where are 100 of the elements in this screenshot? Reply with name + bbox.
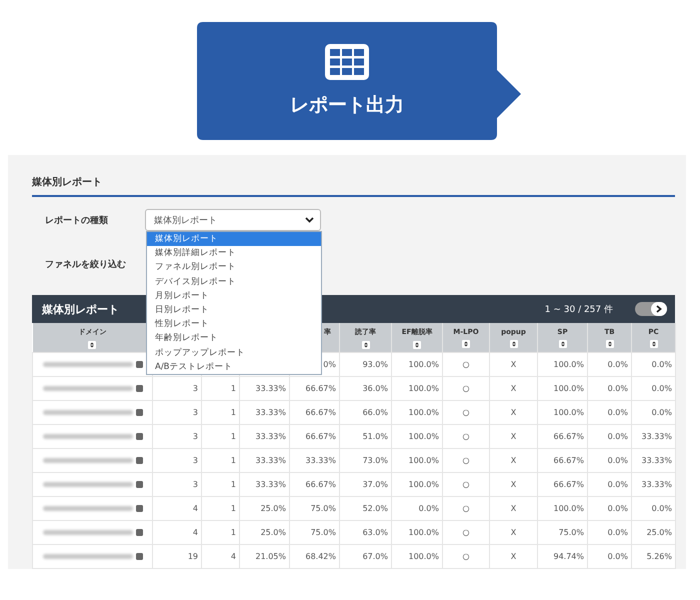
table-cell: 66.67%: [553, 480, 584, 489]
dropdown-option[interactable]: 日別レポート: [147, 302, 321, 318]
report-output-button[interactable]: レポート出力: [197, 22, 521, 140]
table-cell: X: [510, 408, 516, 417]
chevron-down-icon: [305, 217, 314, 223]
sort-icon[interactable]: [462, 340, 470, 348]
info-icon[interactable]: [136, 409, 142, 416]
table-cell: 0%: [323, 360, 336, 369]
info-icon[interactable]: [136, 481, 142, 488]
table-cell: 93.0%: [362, 360, 388, 369]
dropdown-option[interactable]: 年齢別レポート: [147, 331, 321, 346]
table-cell: 33.33%: [255, 432, 286, 441]
table-cell: 100.0%: [408, 432, 439, 441]
table-cell: ○: [462, 360, 470, 369]
info-icon[interactable]: [136, 361, 142, 368]
report-type-select[interactable]: 媒体別レポート: [145, 209, 321, 231]
table-cell: X: [510, 552, 516, 561]
table-cell: 4: [230, 552, 236, 561]
table-cell: X: [510, 528, 516, 537]
table-cell: ○: [462, 408, 470, 417]
sort-icon[interactable]: [362, 340, 370, 348]
table-cell: 3: [192, 456, 198, 465]
table-cell: 100.0%: [408, 384, 439, 393]
table-cell: 33.33%: [255, 384, 286, 393]
table-cell: 33.33%: [305, 456, 336, 465]
table-cell: ○: [462, 528, 470, 537]
info-icon[interactable]: [136, 385, 142, 392]
sort-icon[interactable]: [650, 340, 658, 348]
table-cell: 100.0%: [553, 408, 584, 417]
table-cell: 100.0%: [408, 552, 439, 561]
dropdown-option[interactable]: 媒体別詳細レポート: [147, 246, 321, 260]
info-icon[interactable]: [136, 529, 142, 536]
table-cell: 25.0%: [260, 504, 286, 513]
dropdown-option[interactable]: 月別レポート: [147, 288, 321, 303]
table-cell: X: [510, 360, 516, 369]
dropdown-option[interactable]: 媒体別レポート: [147, 232, 321, 246]
table-cell: 66.0%: [362, 408, 388, 417]
table-cell: 75.0%: [558, 528, 584, 537]
table-cell: 36.0%: [362, 384, 388, 393]
table-cell: 0.0%: [608, 384, 628, 393]
table-cell: X: [510, 432, 516, 441]
table-cell: ○: [462, 552, 470, 561]
table-title: 媒体別レポート: [42, 302, 119, 316]
dropdown-option[interactable]: 性別レポート: [147, 317, 321, 332]
sort-icon[interactable]: [88, 340, 96, 348]
table-cell: 1: [230, 528, 236, 537]
field-label: ファネルを絞り込む: [45, 258, 127, 270]
field-label: レポートの種類: [45, 214, 109, 226]
table-cell: 3: [192, 432, 198, 441]
table-cell: 1: [230, 408, 236, 417]
table-cell: 100.0%: [408, 456, 439, 465]
info-icon[interactable]: [136, 553, 142, 560]
next-page-toggle[interactable]: [635, 302, 667, 316]
table-cell: 100.0%: [553, 360, 584, 369]
table-cell: 100.0%: [408, 528, 439, 537]
table-cell: 63.0%: [362, 528, 388, 537]
table-cell: 0.0%: [652, 384, 672, 393]
table-cell: ○: [462, 456, 470, 465]
table-cell: 0.0%: [608, 504, 628, 513]
table-cell: ○: [462, 432, 470, 441]
table-cell: 0.0%: [652, 360, 672, 369]
chevron-right-icon: [656, 305, 662, 313]
dropdown-option[interactable]: デバイス別レポート: [147, 274, 321, 289]
table-cell: 3: [192, 384, 198, 393]
dropdown-option[interactable]: ファネル別レポート: [147, 260, 321, 275]
table-cell: 0.0%: [418, 504, 439, 513]
table-cell: 0.0%: [608, 456, 628, 465]
sort-icon[interactable]: [606, 340, 614, 348]
table-icon: [325, 44, 369, 80]
table-cell: 1: [230, 480, 236, 489]
table-cell: 25.0%: [260, 528, 286, 537]
info-icon[interactable]: [136, 433, 142, 440]
table-cell: 33.33%: [641, 432, 672, 441]
table-cell: 66.67%: [553, 456, 584, 465]
table-cell: 33.33%: [255, 408, 286, 417]
info-icon[interactable]: [136, 457, 142, 464]
table-cell: 100.0%: [553, 504, 584, 513]
table-cell: 75.0%: [310, 504, 336, 513]
table-cell: 66.67%: [305, 432, 336, 441]
dropdown-option[interactable]: A/Bテストレポート: [147, 360, 321, 374]
table-cell: 66.67%: [305, 480, 336, 489]
table-cell: ○: [462, 384, 470, 393]
info-icon[interactable]: [136, 505, 142, 512]
table-cell: X: [510, 456, 516, 465]
table-cell: 67.0%: [362, 552, 388, 561]
table-cell: 4: [192, 504, 198, 513]
sort-icon[interactable]: [413, 340, 421, 348]
table-cell: 51.0%: [362, 432, 388, 441]
sort-icon[interactable]: [558, 340, 566, 348]
table-cell: 19: [188, 552, 198, 561]
table-cell: 37.0%: [362, 480, 388, 489]
table-cell: 66.67%: [305, 384, 336, 393]
dropdown-option[interactable]: ポップアップレポート: [147, 346, 321, 360]
sort-icon[interactable]: [510, 340, 518, 348]
table-cell: 3: [192, 480, 198, 489]
table-cell: 33.33%: [255, 456, 286, 465]
table-cell: 1: [230, 504, 236, 513]
table-cell: X: [510, 504, 516, 513]
table-cell: 3: [192, 408, 198, 417]
table-cell: 52.0%: [362, 504, 388, 513]
